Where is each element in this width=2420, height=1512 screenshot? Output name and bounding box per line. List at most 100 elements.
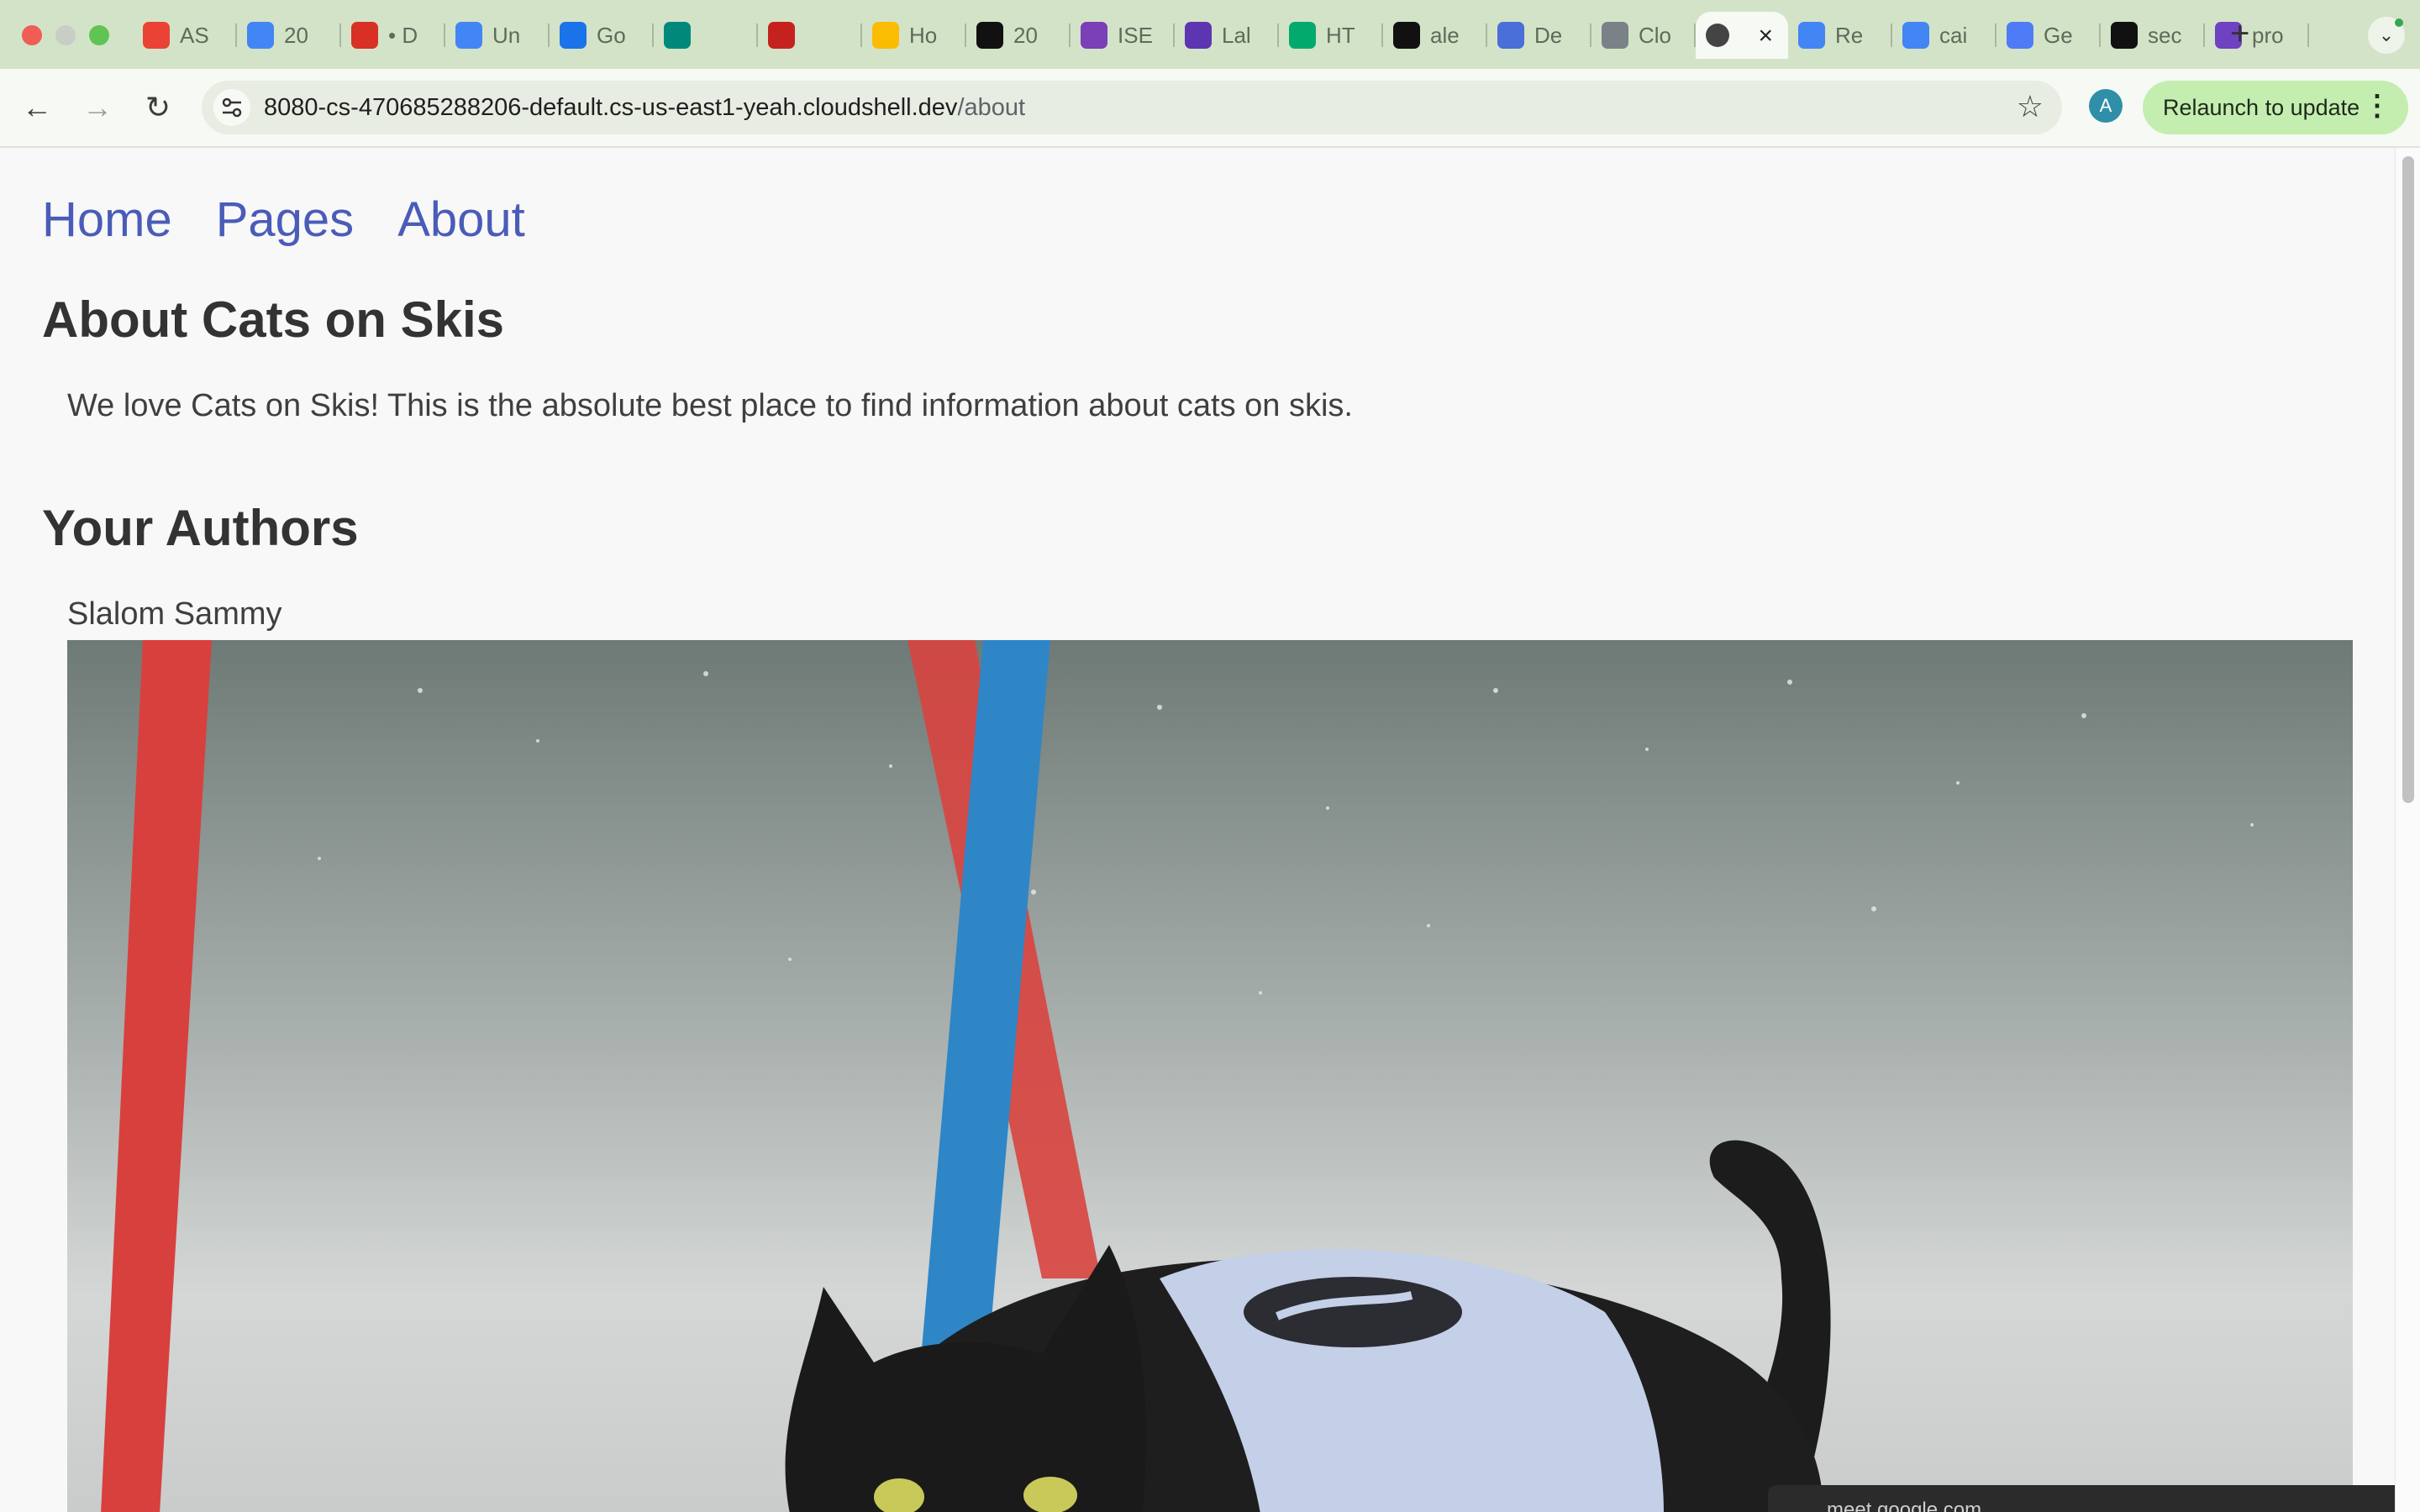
browser-tab[interactable]: ISE (1071, 12, 1175, 59)
meet-chip-label: meet.google.com (1827, 1499, 1982, 1512)
tab-title: • D (388, 22, 418, 48)
openai-icon (976, 22, 1003, 49)
browser-tab[interactable]: AS (133, 12, 237, 59)
google-icon (1902, 22, 1929, 49)
meet-icon (664, 22, 691, 49)
reload-button[interactable]: ↻ (138, 87, 178, 128)
search-doc-icon (1798, 22, 1825, 49)
tab-title: 20 (284, 22, 308, 48)
calendar-icon (560, 22, 587, 49)
intro-text: We love Cats on Skis! This is the absolu… (67, 388, 1353, 423)
page-content: Home Pages About About Cats on Skis We l… (0, 148, 2395, 1512)
tab-search-button[interactable]: ⌄ (2368, 17, 2405, 54)
tab-title: pro (2252, 22, 2284, 48)
tab-title: Re (1835, 22, 1864, 48)
browser-tab[interactable]: Ge (1996, 12, 2101, 59)
browser-tab[interactable]: • D (341, 12, 445, 59)
more-menu-icon[interactable]: ⋮ (2363, 89, 2391, 123)
chrome-remote-icon (351, 22, 378, 49)
new-tab-button[interactable]: + (2230, 15, 2249, 53)
arrow-right-icon: → (82, 90, 113, 124)
browser-toolbar: ← → ↻ 8080-cs-470685288206-default.cs-us… (0, 69, 2420, 148)
tab-title: HT (1326, 22, 1355, 48)
forward-button[interactable]: → (77, 87, 118, 128)
browser-tab[interactable]: De (1487, 12, 1591, 59)
globe-icon (1706, 24, 1729, 47)
browser-tab[interactable]: Clo (1591, 12, 1696, 59)
drive-icon (872, 22, 899, 49)
author-name: Slalom Sammy (67, 596, 282, 632)
tab-title: Ge (2044, 22, 2073, 48)
tab-title: ISE (1118, 22, 1153, 48)
tab-title: Un (492, 22, 521, 48)
site-info-button[interactable] (213, 89, 250, 126)
browser-tab[interactable]: Ho (862, 12, 966, 59)
browser-tab[interactable]: sec (2101, 12, 2205, 59)
tab-title: 20 (1013, 22, 1038, 48)
url-text[interactable]: 8080-cs-470685288206-default.cs-us-east1… (264, 94, 1025, 122)
browser-tab[interactable]: × (1696, 12, 1788, 59)
relaunch-label: Relaunch to update (2163, 94, 2360, 120)
record-icon (768, 22, 795, 49)
browser-tab[interactable]: pro (2205, 12, 2309, 59)
browser-tab[interactable]: ale (1383, 12, 1487, 59)
tab-title: Clo (1639, 22, 1672, 48)
browser-tab[interactable] (654, 12, 758, 59)
chevron-down-icon: ⌄ (2378, 24, 2395, 45)
tab-title: cai (1939, 22, 1968, 48)
cat-skiing-illustration (67, 640, 2353, 1512)
browser-tab[interactable]: 20 (237, 12, 341, 59)
w3schools-icon (1289, 22, 1316, 49)
tab-separator (2307, 24, 2309, 47)
page-scrollbar[interactable] (2395, 148, 2420, 1512)
tab-title: Lal (1222, 22, 1251, 48)
close-window-button[interactable] (22, 25, 42, 45)
author-photo (67, 640, 2353, 1512)
profile-avatar[interactable]: A (2089, 89, 2123, 123)
back-button[interactable]: ← (17, 87, 57, 128)
nav-link-pages[interactable]: Pages (216, 192, 354, 248)
monitor-icon (1602, 22, 1628, 49)
tab-title: AS (180, 22, 209, 48)
tab-strip: AS 20 • D Un Go Ho 20 ISE Lal HT ale De Clo × Re cai Ge s… (0, 0, 2420, 69)
browser-tab[interactable] (758, 12, 862, 59)
browser-tab[interactable]: Un (445, 12, 550, 59)
browser-tab[interactable]: Go (550, 12, 654, 59)
browser-tab[interactable]: Re (1788, 12, 1892, 59)
reload-icon: ↻ (145, 90, 171, 124)
zoom-window-button[interactable] (89, 25, 109, 45)
shield-icon (1497, 22, 1524, 49)
tab-list: AS 20 • D Un Go Ho 20 ISE Lal HT ale De Clo × Re cai Ge s… (133, 12, 2309, 59)
browser-tab[interactable]: 20 (966, 12, 1071, 59)
relaunch-button[interactable]: Relaunch to update ⋮ (2143, 81, 2408, 134)
authors-heading: Your Authors (42, 500, 359, 556)
address-bar[interactable]: 8080-cs-470685288206-default.cs-us-east1… (202, 81, 2062, 134)
gemini-icon (2007, 22, 2033, 49)
github-icon (2111, 22, 2138, 49)
browser-tab[interactable]: Lal (1175, 12, 1279, 59)
docs-icon (455, 22, 482, 49)
tune-icon (222, 97, 242, 118)
minimize-window-button[interactable] (55, 25, 76, 45)
scrollbar-thumb[interactable] (2402, 156, 2414, 803)
tab-title: sec (2148, 22, 2182, 48)
tab-title: De (1534, 22, 1563, 48)
tab-title: Ho (909, 22, 938, 48)
ed-icon (1081, 22, 1107, 49)
url-host: 8080-cs-470685288206-default.cs-us-east1… (264, 94, 958, 121)
browser-tab[interactable]: HT (1279, 12, 1383, 59)
nav-link-about[interactable]: About (397, 192, 525, 248)
site-nav: Home Pages About (42, 192, 525, 248)
tab-title: Go (597, 22, 626, 48)
forms-icon (1185, 22, 1212, 49)
close-tab-icon[interactable]: × (1758, 22, 1773, 50)
page-title: About Cats on Skis (42, 291, 505, 348)
github-icon (1393, 22, 1420, 49)
nav-link-home[interactable]: Home (42, 192, 172, 248)
bookmark-star-icon[interactable]: ☆ (2017, 89, 2044, 124)
update-dot-icon (2395, 18, 2403, 27)
gmail-icon (143, 22, 170, 49)
browser-tab[interactable]: cai (1892, 12, 1996, 59)
arrow-left-icon: ← (22, 90, 52, 124)
meet-sharing-chip[interactable]: meet.google.com (1768, 1485, 2395, 1512)
